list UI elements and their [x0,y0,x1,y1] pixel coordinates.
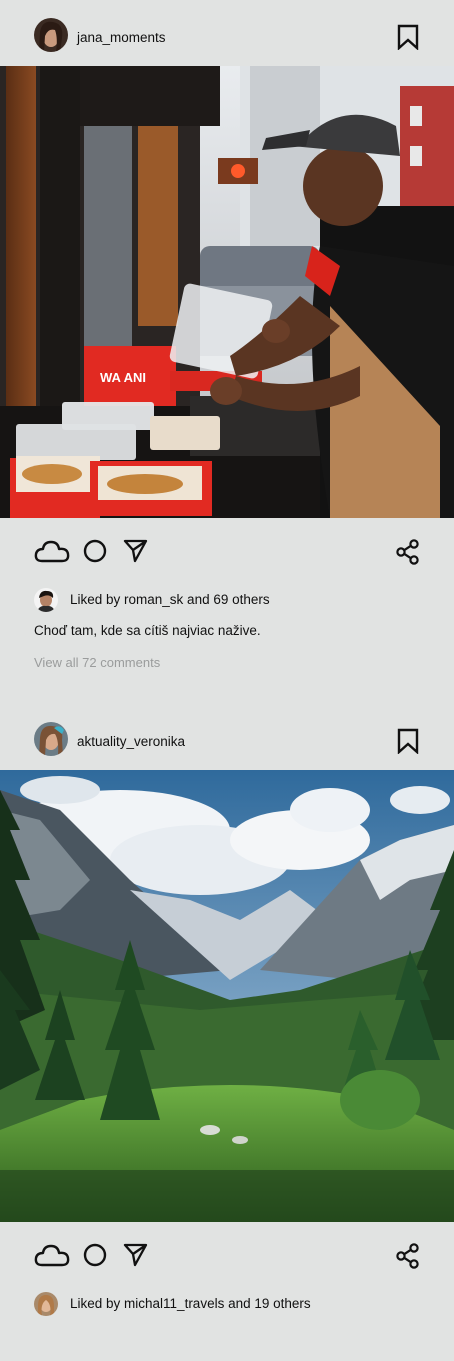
post-2: aktuality_veronika Liked by michal11_tra… [0,704,454,1316]
post-photo[interactable]: WA ANI [0,66,454,518]
bookmark-icon[interactable] [396,728,420,755]
liked-by-text[interactable]: Liked by roman_sk and 69 others [70,592,270,607]
sign-text: WA ANI [100,370,146,385]
cloud-icon[interactable] [34,1243,70,1272]
post-actions [0,531,454,571]
post-photo[interactable] [0,770,454,1222]
liked-by: Liked by michal11_travels and 19 others [34,1292,434,1316]
liked-by-avatar[interactable] [34,588,58,612]
share-icon[interactable] [396,1243,420,1274]
post-1: jana_moments WA ANI Liked by roman_sk an… [0,0,454,670]
liked-by: Liked by roman_sk and 69 others [34,588,434,612]
cloud-icon[interactable] [34,539,70,568]
circle-icon[interactable] [83,1243,107,1272]
post-actions [0,1235,454,1275]
bookmark-icon[interactable] [396,24,420,51]
liked-by-text[interactable]: Liked by michal11_travels and 19 others [70,1296,311,1311]
liked-by-avatar[interactable] [34,1292,58,1316]
avatar[interactable] [34,722,68,756]
paper-plane-icon[interactable] [123,539,148,568]
paper-plane-icon[interactable] [123,1243,148,1272]
share-icon[interactable] [396,539,420,570]
post-header: aktuality_veronika [0,704,454,770]
mountain-valley-photo [0,770,454,1222]
food-vendor-photo: WA ANI [0,66,454,518]
avatar[interactable] [34,18,68,52]
username[interactable]: aktuality_veronika [77,734,185,749]
post-caption: Choď tam, kde sa cítiš najviac nažive. [34,623,261,638]
post-header: jana_moments [0,0,454,66]
view-comments-link[interactable]: View all 72 comments [34,655,160,670]
username[interactable]: jana_moments [77,30,166,45]
circle-icon[interactable] [83,539,107,568]
